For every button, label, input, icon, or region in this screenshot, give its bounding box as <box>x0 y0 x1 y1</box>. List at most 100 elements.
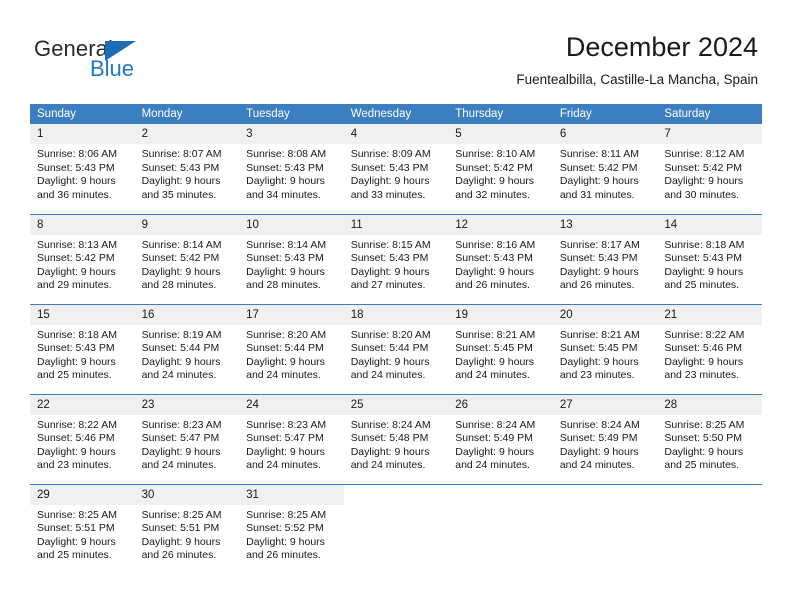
calendar-day-cell[interactable]: 16 Sunrise: 8:19 AM Sunset: 5:44 PM Dayligh… <box>134 303 240 394</box>
day-number: 30 <box>134 484 240 505</box>
calendar-day-cell[interactable]: 1 Sunrise: 8:06 AM Sunset: 5:43 PM Daylight… <box>30 124 135 214</box>
daylight-text-line1: Daylight: 9 hours <box>559 175 639 188</box>
day-details: Sunrise: 8:20 AM Sunset: 5:44 PM Daylight:… <box>239 325 344 383</box>
daylight-text-line2: and 25 minutes. <box>664 459 740 472</box>
sunrise-text: Sunrise: 8:10 AM <box>455 148 536 160</box>
sunrise-text: Sunrise: 8:07 AM <box>141 148 222 160</box>
sunset-text: Sunset: 5:43 PM <box>455 252 533 265</box>
calendar-day-cell[interactable]: 27 Sunrise: 8:24 AM Sunset: 5:49 PM Dayligh… <box>552 393 658 484</box>
daylight-text-line1: Daylight: 9 hours <box>350 175 430 188</box>
sunrise-text: Sunrise: 8:23 AM <box>246 418 327 431</box>
daylight-text-line2: and 27 minutes. <box>350 279 426 292</box>
day-details: Sunrise: 8:09 AM Sunset: 5:43 PM Daylight:… <box>344 144 449 202</box>
daylight-text-line2: and 24 minutes. <box>141 369 217 382</box>
sunrise-text: Sunrise: 8:18 AM <box>664 238 745 251</box>
daylight-text-line2: and 23 minutes. <box>37 459 112 472</box>
calendar-day-cell[interactable]: 2 Sunrise: 8:07 AM Sunset: 5:43 PM Daylight… <box>134 124 240 214</box>
daylight-text-line2: and 29 minutes. <box>37 279 112 292</box>
sunset-text: Sunset: 5:45 PM <box>559 342 638 355</box>
day-number: 19 <box>448 304 553 325</box>
day-details: Sunrise: 8:18 AM Sunset: 5:43 PM Daylight:… <box>30 325 135 383</box>
sunset-text: Sunset: 5:50 PM <box>664 432 743 445</box>
sunset-text: Sunset: 5:43 PM <box>559 252 638 265</box>
day-number: 21 <box>657 304 762 325</box>
sunset-text: Sunset: 5:43 PM <box>664 252 743 265</box>
day-details: Sunrise: 8:24 AM Sunset: 5:49 PM Daylight:… <box>553 415 658 473</box>
day-details: Sunrise: 8:22 AM Sunset: 5:46 PM Daylight:… <box>30 415 135 473</box>
calendar-day-cell[interactable]: 11 Sunrise: 8:15 AM Sunset: 5:43 PM Dayligh… <box>343 213 449 304</box>
calendar-day-cell[interactable]: 7 Sunrise: 8:12 AM Sunset: 5:42 PM Daylight… <box>657 124 762 214</box>
daylight-text-line2: and 28 minutes. <box>141 279 217 292</box>
calendar-day-cell[interactable]: 20 Sunrise: 8:21 AM Sunset: 5:45 PM Dayligh… <box>552 303 658 394</box>
calendar-day-cell[interactable]: 21 Sunrise: 8:22 AM Sunset: 5:46 PM Dayligh… <box>657 303 762 394</box>
calendar-day-cell[interactable]: 5 Sunrise: 8:10 AM Sunset: 5:42 PM Daylight… <box>448 124 553 214</box>
calendar-day-cell[interactable]: 15 Sunrise: 8:18 AM Sunset: 5:43 PM Dayligh… <box>30 303 135 394</box>
daylight-text-line1: Daylight: 9 hours <box>664 445 744 458</box>
calendar-day-cell[interactable]: 6 Sunrise: 8:11 AM Sunset: 5:42 PM Daylight… <box>552 124 658 214</box>
sunset-text: Sunset: 5:43 PM <box>246 161 324 174</box>
day-number: 1 <box>30 124 135 144</box>
day-number: 18 <box>343 304 449 325</box>
daylight-text-line1: Daylight: 9 hours <box>350 355 430 368</box>
day-number: 14 <box>657 214 762 235</box>
weekday-header-thursday: Thursday <box>448 104 553 124</box>
calendar-day-cell[interactable]: 19 Sunrise: 8:21 AM Sunset: 5:45 PM Dayligh… <box>448 303 553 394</box>
calendar-day-cell[interactable]: 12 Sunrise: 8:16 AM Sunset: 5:43 PM Dayligh… <box>448 213 553 304</box>
weekday-header-tuesday: Tuesday <box>239 104 344 124</box>
calendar-day-cell[interactable]: 4 Sunrise: 8:09 AM Sunset: 5:43 PM Daylight… <box>343 124 449 214</box>
day-details: Sunrise: 8:25 AM Sunset: 5:52 PM Daylight:… <box>239 505 344 563</box>
daylight-text-line1: Daylight: 9 hours <box>664 265 744 278</box>
day-number: 5 <box>448 124 553 144</box>
daylight-text-line2: and 33 minutes. <box>350 188 426 201</box>
calendar-day-cell[interactable]: 25 Sunrise: 8:24 AM Sunset: 5:48 PM Dayligh… <box>343 393 449 484</box>
sunrise-text: Sunrise: 8:23 AM <box>141 418 222 431</box>
daylight-text-line1: Daylight: 9 hours <box>37 535 116 548</box>
calendar-empty-cell <box>343 483 449 574</box>
daylight-text-line1: Daylight: 9 hours <box>455 265 535 278</box>
daylight-text-line1: Daylight: 9 hours <box>246 445 325 458</box>
daylight-text-line2: and 25 minutes. <box>664 279 740 292</box>
sunrise-text: Sunrise: 8:08 AM <box>246 148 327 160</box>
calendar-day-cell[interactable]: 31 Sunrise: 8:25 AM Sunset: 5:52 PM Dayligh… <box>239 483 344 574</box>
sunrise-text: Sunrise: 8:24 AM <box>455 418 536 431</box>
calendar-day-cell[interactable]: 30 Sunrise: 8:25 AM Sunset: 5:51 PM Dayligh… <box>134 483 240 574</box>
page-title: December 2024 <box>565 32 758 62</box>
daylight-text-line1: Daylight: 9 hours <box>559 265 639 278</box>
daylight-text-line2: and 25 minutes. <box>37 369 112 382</box>
daylight-text-line1: Daylight: 9 hours <box>246 535 325 548</box>
day-details: Sunrise: 8:23 AM Sunset: 5:47 PM Daylight:… <box>239 415 344 473</box>
day-number: 15 <box>30 304 135 325</box>
day-number: 2 <box>134 124 240 144</box>
calendar-day-cell[interactable]: 9 Sunrise: 8:14 AM Sunset: 5:42 PM Daylight… <box>134 213 240 304</box>
calendar-day-cell[interactable]: 17 Sunrise: 8:20 AM Sunset: 5:44 PM Dayligh… <box>239 303 344 394</box>
sunset-text: Sunset: 5:52 PM <box>246 522 324 535</box>
calendar-day-cell[interactable]: 8 Sunrise: 8:13 AM Sunset: 5:42 PM Daylight… <box>30 213 135 304</box>
calendar-day-cell[interactable]: 23 Sunrise: 8:23 AM Sunset: 5:47 PM Dayligh… <box>134 393 240 484</box>
day-number: 22 <box>30 394 135 415</box>
day-number: 25 <box>343 394 449 415</box>
calendar-day-cell[interactable]: 10 Sunrise: 8:14 AM Sunset: 5:43 PM Dayligh… <box>239 213 344 304</box>
calendar-day-cell[interactable]: 22 Sunrise: 8:22 AM Sunset: 5:46 PM Dayligh… <box>30 393 135 484</box>
daylight-text-line1: Daylight: 9 hours <box>37 355 116 368</box>
sunrise-text: Sunrise: 8:21 AM <box>559 328 640 341</box>
day-number: 3 <box>239 124 344 144</box>
title-block: December 2024 Fuentealbilla, Castille-La… <box>516 30 758 90</box>
calendar-day-cell[interactable]: 24 Sunrise: 8:23 AM Sunset: 5:47 PM Dayligh… <box>239 393 344 484</box>
sunrise-text: Sunrise: 8:22 AM <box>37 418 117 431</box>
day-details: Sunrise: 8:14 AM Sunset: 5:42 PM Daylight:… <box>135 235 240 293</box>
day-number: 6 <box>552 124 658 144</box>
calendar-day-cell[interactable]: 29 Sunrise: 8:25 AM Sunset: 5:51 PM Dayligh… <box>30 483 135 574</box>
daylight-text-line1: Daylight: 9 hours <box>350 445 430 458</box>
calendar-day-cell[interactable]: 18 Sunrise: 8:20 AM Sunset: 5:44 PM Dayligh… <box>343 303 449 394</box>
calendar-day-cell[interactable]: 3 Sunrise: 8:08 AM Sunset: 5:43 PM Daylight… <box>239 124 344 214</box>
daylight-text-line2: and 24 minutes. <box>455 459 530 472</box>
calendar-day-cell[interactable]: 13 Sunrise: 8:17 AM Sunset: 5:43 PM Dayligh… <box>552 213 658 304</box>
calendar-day-cell[interactable]: 14 Sunrise: 8:18 AM Sunset: 5:43 PM Dayligh… <box>657 213 762 304</box>
sunrise-text: Sunrise: 8:16 AM <box>455 238 536 251</box>
calendar-day-cell[interactable]: 26 Sunrise: 8:24 AM Sunset: 5:49 PM Dayligh… <box>448 393 553 484</box>
general-blue-logo[interactable]: General Blue <box>34 36 234 84</box>
daylight-text-line2: and 34 minutes. <box>246 188 321 201</box>
daylight-text-line1: Daylight: 9 hours <box>246 355 325 368</box>
calendar-day-cell[interactable]: 28 Sunrise: 8:25 AM Sunset: 5:50 PM Dayligh… <box>657 393 762 484</box>
sunrise-text: Sunrise: 8:25 AM <box>664 418 745 431</box>
